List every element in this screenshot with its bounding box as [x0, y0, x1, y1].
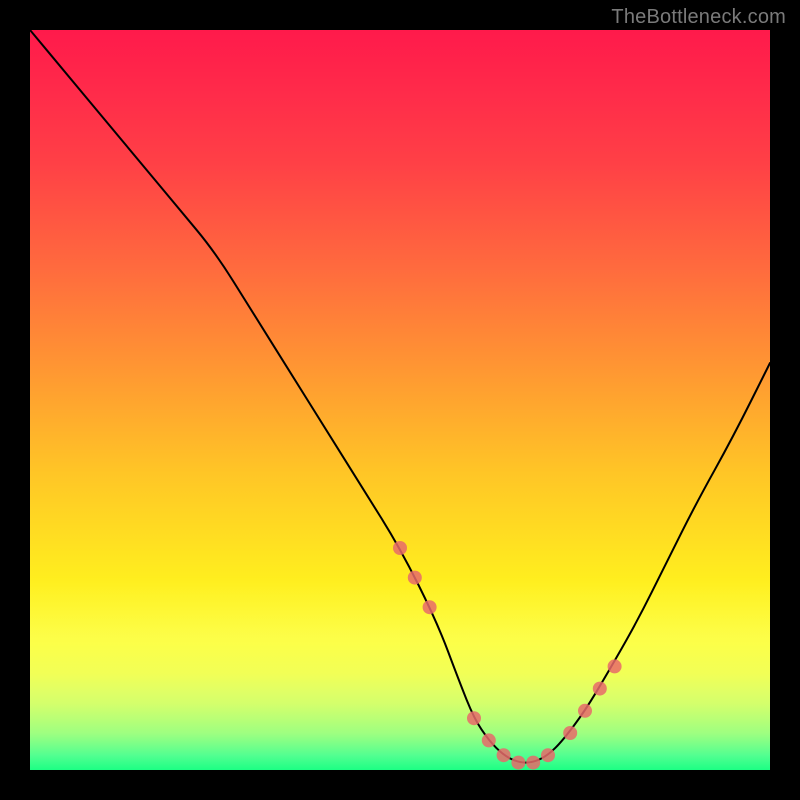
lower-haze-overlay [30, 578, 770, 770]
marker-dot [563, 726, 577, 740]
watermark-text: TheBottleneck.com [611, 6, 786, 29]
marker-dot [526, 756, 540, 770]
marker-dot [497, 748, 511, 762]
bottleneck-curve [30, 30, 770, 763]
marker-dot [593, 682, 607, 696]
marker-dot [608, 659, 622, 673]
marker-dot [408, 571, 422, 585]
scatter-markers [393, 541, 622, 770]
marker-dot [467, 711, 481, 725]
bottleneck-curve-path [30, 30, 770, 763]
chart-stage: TheBottleneck.com [0, 0, 800, 800]
marker-dot [511, 756, 525, 770]
plot-area [30, 30, 770, 770]
marker-dot [541, 748, 555, 762]
marker-dot [578, 704, 592, 718]
chart-svg [30, 30, 770, 770]
marker-dot [393, 541, 407, 555]
marker-dot [482, 733, 496, 747]
marker-dot [423, 600, 437, 614]
